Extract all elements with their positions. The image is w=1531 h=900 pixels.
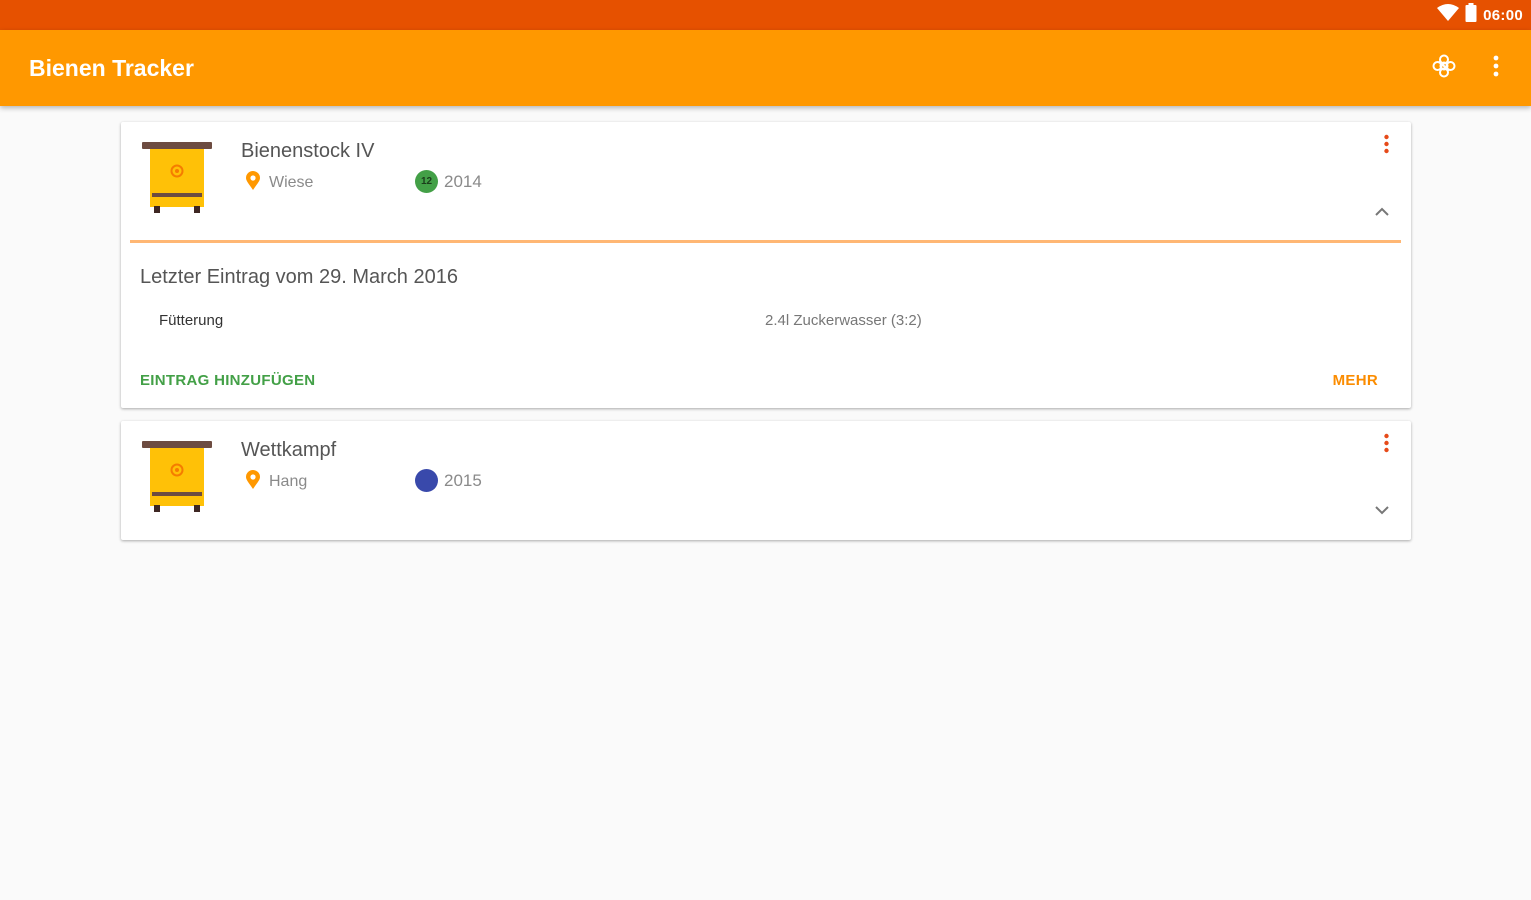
- beehive-icon: [141, 439, 213, 515]
- queen-year: 12 2014: [415, 170, 482, 193]
- entry-value: 2.4l Zuckerwasser (3:2): [765, 312, 922, 329]
- status-time: 06:00: [1483, 6, 1523, 24]
- beehive-icon: [141, 140, 213, 216]
- queen-year: 2015: [415, 469, 482, 492]
- hive-card[interactable]: Bienenstock IV Wiese 12 2014 Letzter Ein…: [121, 122, 1411, 408]
- hive-name: Bienenstock IV: [241, 140, 375, 162]
- year-label: 2014: [444, 171, 482, 191]
- queen-marker-dot: 12: [415, 170, 438, 193]
- location-pin-icon: [246, 171, 260, 195]
- year-label: 2015: [444, 470, 482, 490]
- hive-location: Hang: [246, 470, 307, 494]
- flower-settings-button[interactable]: [1427, 50, 1461, 86]
- more-vert-icon: [1383, 433, 1389, 458]
- more-button[interactable]: MEHR: [1333, 372, 1378, 389]
- status-icons: 06:00: [1437, 3, 1523, 27]
- location-label: Hang: [269, 473, 308, 490]
- location-label: Wiese: [269, 174, 314, 191]
- divider: [130, 240, 1401, 243]
- more-vert-icon: [1493, 55, 1499, 82]
- hive-menu-button[interactable]: [1371, 430, 1401, 460]
- chevron-down-icon: [1375, 502, 1389, 520]
- collapse-button[interactable]: [1367, 198, 1397, 226]
- hive-card[interactable]: Wettkampf Hang 2015: [121, 421, 1411, 540]
- entry-label: Fütterung: [159, 312, 224, 329]
- location-pin-icon: [246, 470, 260, 494]
- last-entry-text: Letzter Eintrag vom 29. March 2016: [140, 266, 458, 288]
- hive-name: Wettkampf: [241, 439, 337, 461]
- expand-button[interactable]: [1367, 497, 1397, 525]
- more-vert-icon: [1383, 134, 1389, 159]
- status-bar: 06:00: [0, 0, 1531, 30]
- add-entry-button[interactable]: EINTRAG HINZUFÜGEN: [140, 372, 315, 389]
- app-bar: Bienen Tracker: [0, 30, 1531, 106]
- hive-location: Wiese: [246, 171, 313, 195]
- wifi-icon: [1437, 4, 1460, 26]
- hive-menu-button[interactable]: [1371, 131, 1401, 161]
- chevron-up-icon: [1375, 203, 1389, 221]
- battery-icon: [1465, 3, 1477, 27]
- app-title: Bienen Tracker: [29, 55, 194, 81]
- flower-settings-icon: [1431, 53, 1457, 84]
- queen-marker-dot: [415, 469, 438, 492]
- overflow-menu-button[interactable]: [1479, 50, 1513, 86]
